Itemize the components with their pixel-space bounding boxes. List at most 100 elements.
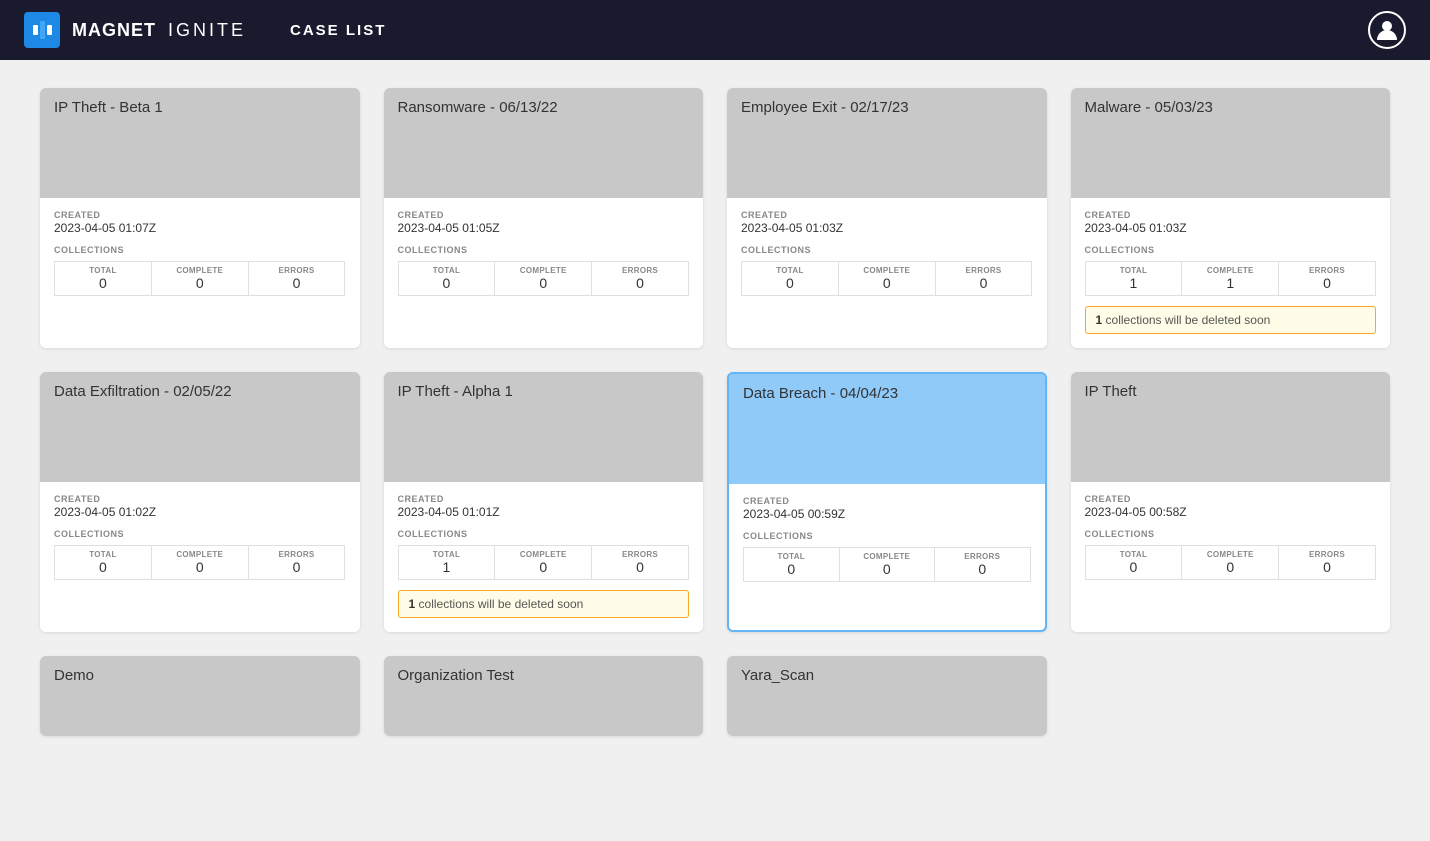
case-title: IP Theft	[1085, 382, 1137, 402]
case-card[interactable]: Data Breach - 04/04/23 CREATED 2023-04-0…	[727, 372, 1047, 632]
collections-label: COLLECTIONS	[1085, 245, 1377, 255]
total-label: TOTAL	[1088, 550, 1180, 559]
case-card[interactable]: Data Exfiltration - 02/05/22 CREATED 202…	[40, 372, 360, 632]
stat-errors: ERRORS 0	[936, 261, 1033, 296]
case-thumbnail: IP Theft - Alpha 1	[384, 372, 704, 482]
complete-value: 0	[497, 559, 589, 575]
brand-sub: IGNITE	[168, 20, 246, 41]
created-value: 2023-04-05 00:59Z	[743, 507, 1031, 521]
stat-total: TOTAL 0	[398, 261, 496, 296]
case-card[interactable]: Malware - 05/03/23 CREATED 2023-04-05 01…	[1071, 88, 1391, 348]
stat-complete: COMPLETE 0	[495, 545, 592, 580]
stat-total: TOTAL 1	[1085, 261, 1183, 296]
complete-value: 0	[1184, 559, 1276, 575]
stat-complete: COMPLETE 0	[1182, 545, 1279, 580]
errors-label: ERRORS	[251, 550, 343, 559]
case-card[interactable]: IP Theft - Beta 1 CREATED 2023-04-05 01:…	[40, 88, 360, 348]
case-title: Data Exfiltration - 02/05/22	[54, 382, 232, 402]
case-thumbnail: Yara_Scan	[727, 656, 1047, 736]
collections-label: COLLECTIONS	[398, 529, 690, 539]
case-card-body: CREATED 2023-04-05 01:05Z COLLECTIONS TO…	[384, 198, 704, 310]
total-label: TOTAL	[401, 266, 493, 275]
case-card[interactable]: Demo	[40, 656, 360, 736]
errors-label: ERRORS	[938, 266, 1030, 275]
case-title: Ransomware - 06/13/22	[398, 98, 558, 118]
total-label: TOTAL	[401, 550, 493, 559]
stat-complete: COMPLETE 1	[1182, 261, 1279, 296]
user-avatar[interactable]	[1368, 11, 1406, 49]
case-card[interactable]: IP Theft CREATED 2023-04-05 00:58Z COLLE…	[1071, 372, 1391, 632]
complete-value: 0	[841, 275, 933, 291]
collections-stats: TOTAL 0 COMPLETE 0 ERRORS 0	[1085, 545, 1377, 580]
created-label: CREATED	[1085, 210, 1377, 220]
case-title: Data Breach - 04/04/23	[743, 384, 898, 404]
case-title: Yara_Scan	[741, 666, 814, 686]
created-label: CREATED	[54, 210, 346, 220]
errors-value: 0	[937, 561, 1028, 577]
case-card[interactable]: Organization Test	[384, 656, 704, 736]
case-card-body: CREATED 2023-04-05 01:03Z COLLECTIONS TO…	[1071, 198, 1391, 348]
created-value: 2023-04-05 00:58Z	[1085, 505, 1377, 519]
case-thumbnail: Data Breach - 04/04/23	[729, 374, 1045, 484]
case-card[interactable]: Yara_Scan	[727, 656, 1047, 736]
stat-total: TOTAL 0	[1085, 545, 1183, 580]
created-value: 2023-04-05 01:07Z	[54, 221, 346, 235]
errors-value: 0	[1281, 559, 1373, 575]
stat-complete: COMPLETE 0	[152, 261, 249, 296]
case-title: IP Theft - Beta 1	[54, 98, 163, 118]
errors-value: 0	[938, 275, 1030, 291]
errors-label: ERRORS	[594, 550, 686, 559]
stat-complete: COMPLETE 0	[839, 261, 936, 296]
errors-label: ERRORS	[594, 266, 686, 275]
case-card[interactable]: Ransomware - 06/13/22 CREATED 2023-04-05…	[384, 88, 704, 348]
complete-label: COMPLETE	[154, 266, 246, 275]
errors-label: ERRORS	[251, 266, 343, 275]
stat-errors: ERRORS 0	[935, 547, 1031, 582]
collections-stats: TOTAL 1 COMPLETE 1 ERRORS 0	[1085, 261, 1377, 296]
total-label: TOTAL	[746, 552, 837, 561]
case-grid: IP Theft - Beta 1 CREATED 2023-04-05 01:…	[40, 88, 1390, 736]
stat-errors: ERRORS 0	[1279, 545, 1376, 580]
case-thumbnail: Employee Exit - 02/17/23	[727, 88, 1047, 198]
case-thumbnail: Data Exfiltration - 02/05/22	[40, 372, 360, 482]
created-value: 2023-04-05 01:03Z	[741, 221, 1033, 235]
main-content: IP Theft - Beta 1 CREATED 2023-04-05 01:…	[0, 60, 1430, 764]
collections-label: COLLECTIONS	[741, 245, 1033, 255]
case-title: Organization Test	[398, 666, 514, 686]
stat-total: TOTAL 0	[743, 547, 840, 582]
created-value: 2023-04-05 01:05Z	[398, 221, 690, 235]
complete-label: COMPLETE	[497, 266, 589, 275]
case-title: Demo	[54, 666, 94, 686]
created-label: CREATED	[1085, 494, 1377, 504]
complete-value: 1	[1184, 275, 1276, 291]
total-value: 0	[401, 275, 493, 291]
complete-value: 0	[154, 275, 246, 291]
complete-label: COMPLETE	[1184, 550, 1276, 559]
errors-value: 0	[1281, 275, 1373, 291]
stat-total: TOTAL 0	[54, 545, 152, 580]
complete-label: COMPLETE	[497, 550, 589, 559]
case-title: IP Theft - Alpha 1	[398, 382, 513, 402]
collections-stats: TOTAL 0 COMPLETE 0 ERRORS 0	[398, 261, 690, 296]
total-label: TOTAL	[1088, 266, 1180, 275]
total-value: 0	[57, 559, 149, 575]
collections-stats: TOTAL 1 COMPLETE 0 ERRORS 0	[398, 545, 690, 580]
stat-complete: COMPLETE 0	[495, 261, 592, 296]
total-value: 0	[744, 275, 836, 291]
complete-label: COMPLETE	[841, 266, 933, 275]
stat-total: TOTAL 1	[398, 545, 496, 580]
case-thumbnail: Ransomware - 06/13/22	[384, 88, 704, 198]
created-label: CREATED	[398, 210, 690, 220]
collections-stats: TOTAL 0 COMPLETE 0 ERRORS 0	[54, 261, 346, 296]
case-card-body: CREATED 2023-04-05 01:07Z COLLECTIONS TO…	[40, 198, 360, 310]
stat-complete: COMPLETE 0	[152, 545, 249, 580]
case-card[interactable]: IP Theft - Alpha 1 CREATED 2023-04-05 01…	[384, 372, 704, 632]
complete-value: 0	[154, 559, 246, 575]
collections-label: COLLECTIONS	[54, 529, 346, 539]
case-card[interactable]: Employee Exit - 02/17/23 CREATED 2023-04…	[727, 88, 1047, 348]
case-card-body: CREATED 2023-04-05 01:02Z COLLECTIONS TO…	[40, 482, 360, 594]
total-value: 0	[57, 275, 149, 291]
complete-label: COMPLETE	[154, 550, 246, 559]
case-title: Malware - 05/03/23	[1085, 98, 1213, 118]
created-value: 2023-04-05 01:01Z	[398, 505, 690, 519]
